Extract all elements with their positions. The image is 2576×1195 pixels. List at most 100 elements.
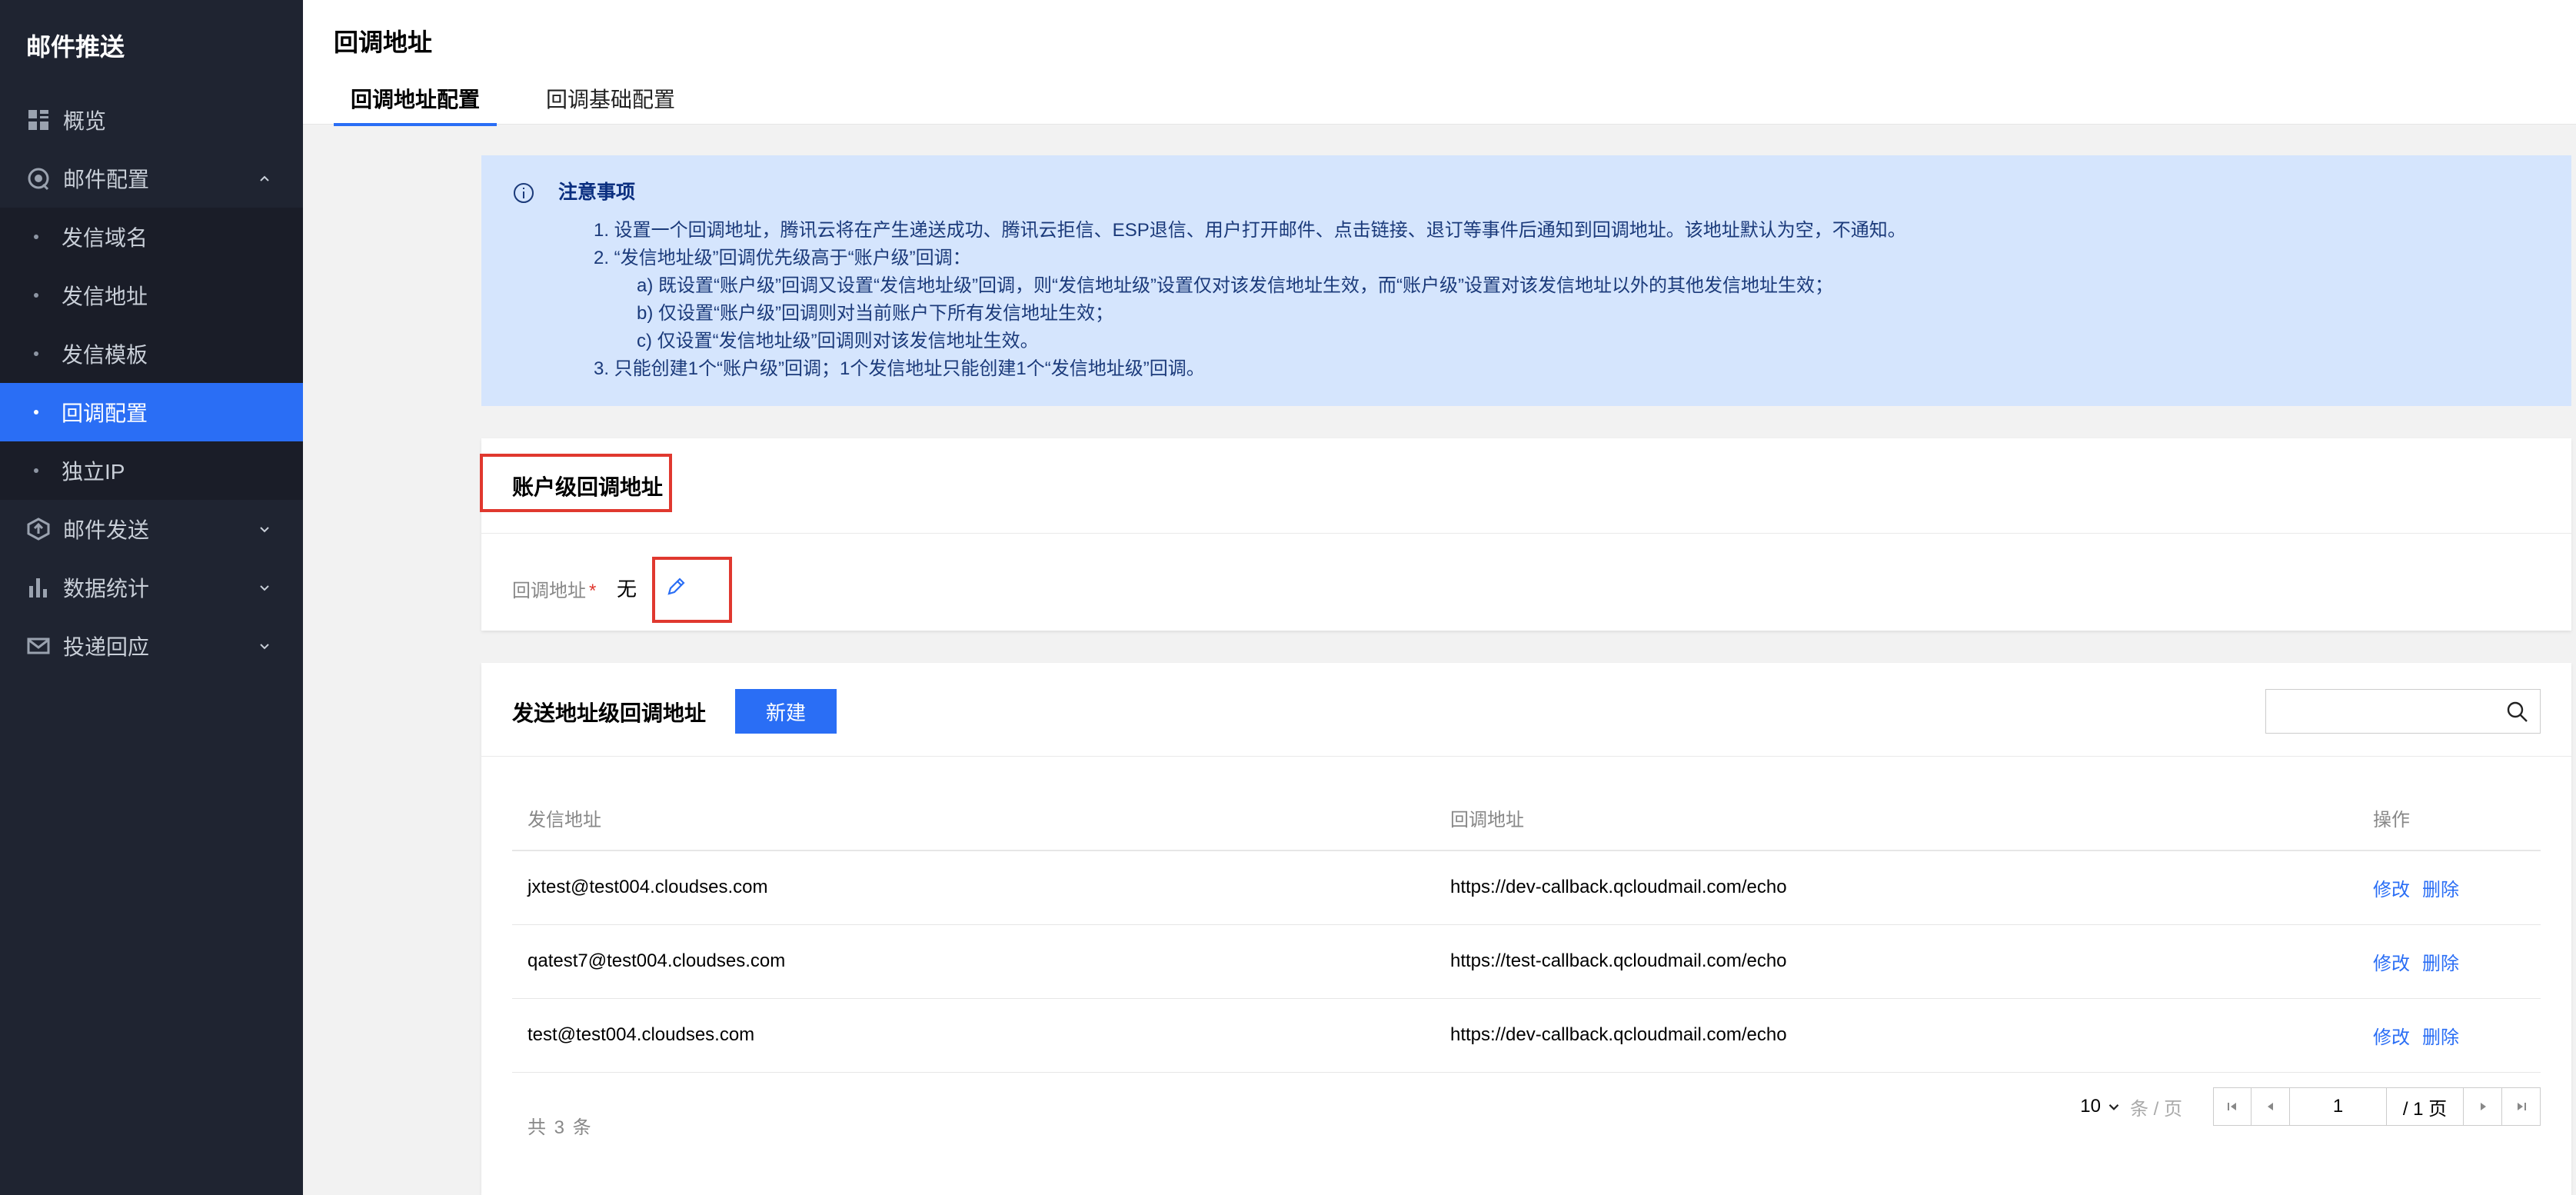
sidebar-item-label: 概览 — [63, 109, 107, 133]
config-icon — [28, 168, 49, 191]
bullet-icon — [34, 410, 38, 414]
card-header: 发送地址级回调地址 新建 — [481, 663, 2571, 757]
delete-link[interactable]: 删除 — [2422, 954, 2459, 974]
delete-link[interactable]: 删除 — [2422, 1027, 2459, 1048]
sidebar-item-sender-address[interactable]: 发信地址 — [0, 266, 303, 325]
first-page-button[interactable] — [2213, 1087, 2252, 1126]
bullet-icon — [34, 235, 38, 239]
brand-title: 邮件推送 — [26, 33, 125, 61]
sidebar-item-dedicated-ip[interactable]: 独立IP — [0, 441, 303, 500]
send-icon — [27, 518, 50, 541]
column-header: 回调地址 — [1435, 786, 2358, 851]
page-total: / 1 页 — [2387, 1087, 2464, 1126]
table-row: qatest7@test004.cloudses.com https://tes… — [512, 924, 2541, 999]
bullet-icon — [34, 351, 38, 356]
bullet-icon — [34, 468, 38, 473]
mail-config-submenu: 发信域名 发信地址 发信模板 回调配置 独立IP — [0, 208, 303, 500]
sidebar-item-label: 独立IP — [62, 460, 125, 484]
prev-page-button[interactable] — [2252, 1087, 2290, 1126]
page-size-select[interactable]: 10 — [2080, 1096, 2122, 1117]
sidebar-item-label: 发信模板 — [62, 343, 148, 367]
sidebar-item-label: 发信地址 — [62, 285, 148, 308]
operation-cell: 修改 删除 — [2358, 850, 2541, 925]
highlight-box — [480, 454, 672, 512]
notice-line: 3. 只能创建1个“账户级”回调；1个发信地址只能创建1个“发信地址级”回调。 — [594, 358, 1205, 379]
callback-url-cell: https://dev-callback.qcloudmail.com/echo — [1435, 998, 2358, 1073]
chevron-down-icon — [260, 585, 269, 591]
notice-box: 注意事项 1. 设置一个回调地址，腾讯云将在产生递送成功、腾讯云拒信、ESP退信… — [481, 155, 2571, 406]
page-title: 回调地址 — [334, 28, 433, 56]
delete-link[interactable]: 删除 — [2422, 880, 2459, 900]
notice-line: a) 既设置“账户级”回调又设置“发信地址级”回调，则“发信地址级”设置仅对该发… — [637, 275, 1833, 296]
edit-link[interactable]: 修改 — [2373, 880, 2410, 900]
page-size-value: 10 — [2080, 1096, 2101, 1117]
chevron-up-icon — [260, 175, 269, 181]
tab-callback-address-config[interactable]: 回调地址配置 — [334, 83, 498, 126]
label-text: 回调地址 — [512, 581, 586, 601]
sender-address-cell: jxtest@test004.cloudses.com — [512, 850, 1435, 925]
sidebar-item-sender-template[interactable]: 发信模板 — [0, 325, 303, 383]
last-page-icon — [2517, 1103, 2526, 1110]
operation-cell: 修改 删除 — [2358, 998, 2541, 1073]
sender-callback-card: 发送地址级回调地址 新建 发信地址 回调地址 操作 jxtest@test004… — [481, 663, 2571, 1195]
callback-table: 发信地址 回调地址 操作 jxtest@test004.cloudses.com… — [512, 786, 2541, 1073]
edit-link[interactable]: 修改 — [2373, 1027, 2410, 1048]
tab-callback-basic-config[interactable]: 回调基础配置 — [529, 83, 692, 126]
card-header: 账户级回调地址 — [481, 438, 2571, 534]
account-callback-card: 账户级回调地址 回调地址 * 无 — [480, 438, 2571, 631]
sidebar-item-sender-domain[interactable]: 发信域名 — [0, 208, 303, 266]
next-page-icon — [2480, 1103, 2486, 1110]
sidebar-item-label: 数据统计 — [63, 577, 150, 601]
callback-address-label: 回调地址 * — [512, 575, 596, 602]
chevron-down-icon — [2108, 1104, 2119, 1110]
first-page-icon — [2228, 1103, 2236, 1110]
next-page-button[interactable] — [2464, 1087, 2502, 1126]
notice-line: b) 仅设置“账户级”回调则对当前账户下所有发信地址生效； — [637, 303, 1113, 324]
callback-url-cell: https://dev-callback.qcloudmail.com/echo — [1435, 850, 2358, 925]
mail-icon — [27, 637, 50, 654]
card-title: 发送地址级回调地址 — [512, 701, 707, 725]
sidebar-item-mail-config[interactable]: 邮件配置 — [0, 149, 303, 208]
sidebar-item-label: 发信域名 — [62, 226, 148, 250]
sidebar-item-callback-config[interactable]: 回调配置 — [0, 383, 303, 441]
column-header: 操作 — [2358, 786, 2541, 851]
new-button[interactable]: 新建 — [735, 689, 837, 734]
sidebar-item-statistics[interactable]: 数据统计 — [0, 558, 303, 617]
total-count: 共 3 条 — [528, 1117, 593, 1138]
required-mark: * — [589, 581, 597, 601]
notice-line: c) 仅设置“发信地址级”回调则对该发信地址生效。 — [637, 331, 1039, 351]
sidebar-item-label: 回调配置 — [62, 401, 148, 425]
table-header-row: 发信地址 回调地址 操作 — [512, 786, 2541, 851]
search-input[interactable] — [2265, 689, 2541, 734]
sidebar-item-mail-send[interactable]: 邮件发送 — [0, 500, 303, 558]
sender-address-cell: qatest7@test004.cloudses.com — [512, 924, 1435, 999]
chevron-down-icon — [260, 527, 269, 533]
info-icon — [514, 183, 534, 203]
page-number-input[interactable]: 1 — [2290, 1087, 2387, 1126]
operation-cell: 修改 删除 — [2358, 924, 2541, 999]
highlight-box — [652, 557, 732, 623]
notice-title: 注意事项 — [558, 181, 636, 203]
page-header: 回调地址 回调地址配置 回调基础配置 — [303, 0, 2576, 126]
callback-address-value: 无 — [617, 578, 637, 601]
last-page-button[interactable] — [2502, 1087, 2541, 1126]
page-size-unit: 条 / 页 — [2129, 1098, 2182, 1120]
sidebar-item-delivery-response[interactable]: 投递回应 — [0, 617, 303, 675]
sidebar-item-overview[interactable]: 概览 — [0, 91, 303, 149]
sidebar: 邮件推送 概览 邮件配置 发信域名 发信地址 发信模板 回调配置 独立IP 邮件… — [0, 0, 303, 1195]
notice-line: 2. “发信地址级”回调优先级高于“账户级”回调： — [594, 248, 971, 268]
grid-icon — [28, 110, 48, 130]
bullet-icon — [34, 293, 38, 298]
sidebar-item-label: 邮件配置 — [63, 168, 150, 191]
sender-address-cell: test@test004.cloudses.com — [512, 998, 1435, 1073]
column-header: 发信地址 — [512, 786, 1435, 851]
edit-link[interactable]: 修改 — [2373, 954, 2410, 974]
chevron-down-icon — [260, 644, 269, 650]
pagination: 10 条 / 页 1 / 1 页 — [2080, 1087, 2541, 1126]
tab-bar: 回调地址配置 回调基础配置 — [334, 83, 724, 126]
sidebar-item-label: 投递回应 — [63, 635, 150, 659]
search-icon[interactable] — [2506, 701, 2529, 724]
table-row: test@test004.cloudses.com https://dev-ca… — [512, 998, 2541, 1073]
sidebar-item-label: 邮件发送 — [63, 518, 150, 542]
table-row: jxtest@test004.cloudses.com https://dev-… — [512, 850, 2541, 925]
